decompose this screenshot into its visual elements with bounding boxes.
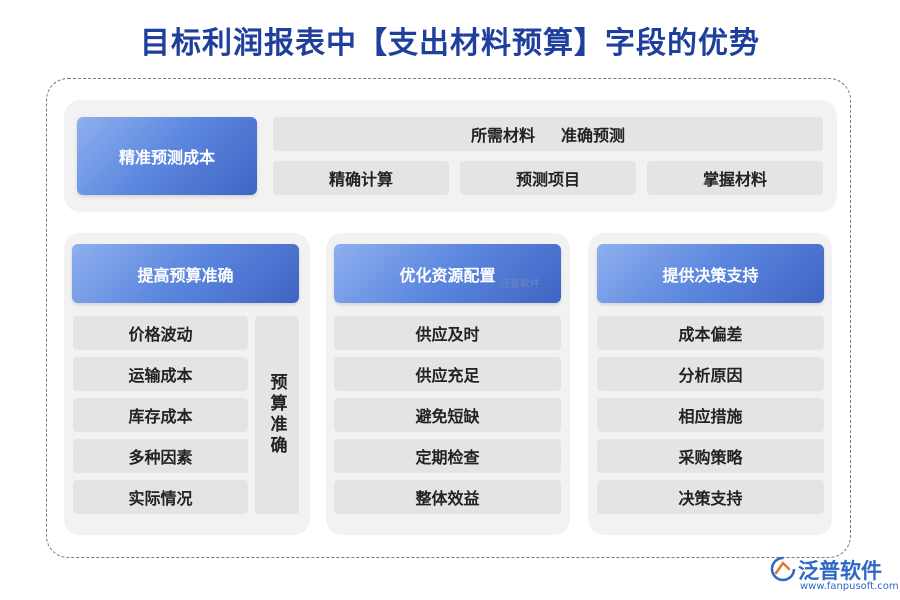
col1-header: 提高预算准确: [72, 244, 299, 303]
col1-item: 实际情况: [73, 480, 248, 514]
brand-logo: 泛普软件 www.fanpusoft.com: [768, 552, 899, 598]
col3-item: 决策支持: [597, 480, 824, 514]
top-row2-item: 预测项目: [460, 161, 636, 195]
col1-item: 多种因素: [73, 439, 248, 473]
col2-item: 供应充足: [334, 357, 561, 391]
top-row1-item: 准确预测: [561, 126, 626, 145]
col3-item: 采购策略: [597, 439, 824, 473]
col2-item: 避免短缺: [334, 398, 561, 432]
top-header: 精准预测成本: [77, 117, 257, 195]
top-row1-cell: 所需材料 准确预测: [273, 117, 823, 151]
top-row2-item: 精确计算: [273, 161, 449, 195]
fanpu-logo-icon: [770, 556, 796, 582]
col1-item: 运输成本: [73, 357, 248, 391]
page-title: 目标利润报表中【支出材料预算】字段的优势: [140, 26, 760, 61]
col1-side-label: 预算准确: [255, 316, 299, 514]
col1-item: 库存成本: [73, 398, 248, 432]
col2-item: 整体效益: [334, 480, 561, 514]
col3-item: 相应措施: [597, 398, 824, 432]
col2-item: 供应及时: [334, 316, 561, 350]
top-row2-item: 掌握材料: [647, 161, 823, 195]
top-row1-item: 所需材料: [470, 126, 535, 145]
brand-url: www.fanpusoft.com: [800, 581, 899, 592]
col3-item: 成本偏差: [597, 316, 824, 350]
col2-header: 优化资源配置: [334, 244, 561, 303]
col3-header: 提供决策支持: [597, 244, 824, 303]
col2-item: 定期检查: [334, 439, 561, 473]
col1-item: 价格波动: [73, 316, 248, 350]
watermark-text: 泛普软件: [500, 279, 540, 290]
col3-item: 分析原因: [597, 357, 824, 391]
